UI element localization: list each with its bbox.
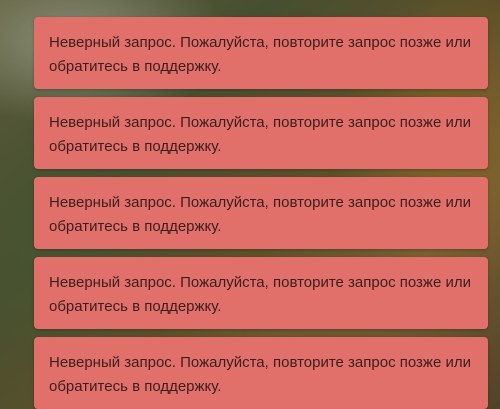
error-message: Неверный запрос. Пожалуйста, повторите з… — [49, 34, 471, 75]
error-toast[interactable]: Неверный запрос. Пожалуйста, повторите з… — [34, 257, 488, 329]
error-message: Неверный запрос. Пожалуйста, повторите з… — [49, 354, 471, 395]
error-toast[interactable]: Неверный запрос. Пожалуйста, повторите з… — [34, 97, 488, 169]
error-toast[interactable]: Неверный запрос. Пожалуйста, повторите з… — [34, 17, 488, 89]
notification-stack: Неверный запрос. Пожалуйста, повторите з… — [34, 17, 488, 409]
error-toast[interactable]: Неверный запрос. Пожалуйста, повторите з… — [34, 337, 488, 409]
error-message: Неверный запрос. Пожалуйста, повторите з… — [49, 114, 471, 155]
error-message: Неверный запрос. Пожалуйста, повторите з… — [49, 194, 471, 235]
error-message: Неверный запрос. Пожалуйста, повторите з… — [49, 274, 471, 315]
error-toast[interactable]: Неверный запрос. Пожалуйста, повторите з… — [34, 177, 488, 249]
